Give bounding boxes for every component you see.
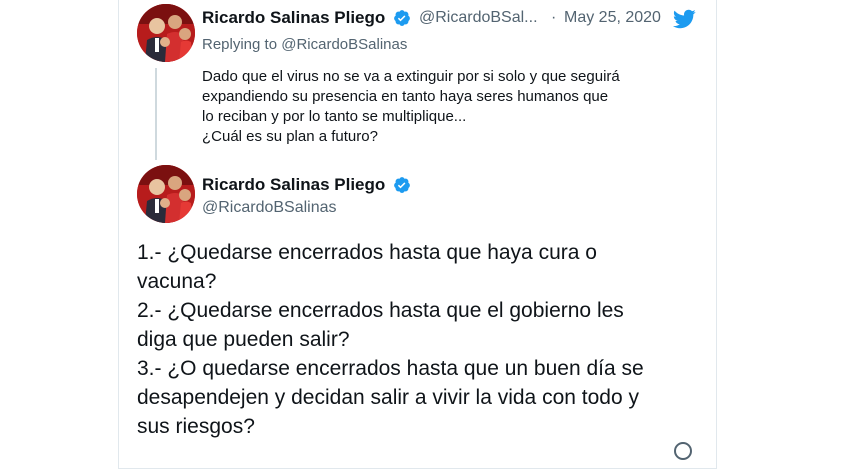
tweet-text-line: vacuna? <box>137 270 217 293</box>
main-tweet-text: 1.- ¿Quedarse encerrados hasta que haya … <box>137 238 644 441</box>
tweet-text-line: 2.- ¿Quedarse encerrados hasta que el go… <box>137 299 624 322</box>
author-handle[interactable]: @RicardoBSalinas <box>202 199 337 217</box>
verified-badge-icon <box>394 177 410 193</box>
replying-prefix: Replying to <box>202 36 278 53</box>
twitter-bird-icon[interactable] <box>670 7 698 31</box>
author-name[interactable]: Ricardo Salinas Pliego <box>202 175 385 195</box>
replying-to: Replying to @RicardoBSalinas <box>202 36 407 53</box>
avatar[interactable] <box>137 165 195 223</box>
tweet-text-line: Dado que el virus no se va a extinguir p… <box>202 68 620 85</box>
thread-connector-line <box>155 68 157 160</box>
tweet-text-line: desapendejen y decidan salir a vivir la … <box>137 386 639 409</box>
info-icon[interactable] <box>674 442 692 460</box>
tweet-text-line: sus riesgos? <box>137 415 255 438</box>
tweet-text-line: 1.- ¿Quedarse encerrados hasta que haya … <box>137 241 597 264</box>
replying-handle-link[interactable]: @RicardoBSalinas <box>281 36 407 53</box>
verified-badge-icon <box>394 10 410 26</box>
tweet-text-line: ¿Cuál es su plan a futuro? <box>202 128 378 145</box>
tweet-text-line: diga que pueden salir? <box>137 328 350 351</box>
tweet-date[interactable]: May 25, 2020 <box>564 9 661 27</box>
reply-tweet-text: Dado que el virus no se va a extinguir p… <box>202 67 620 147</box>
separator-dot: · <box>551 9 557 26</box>
author-name[interactable]: Ricardo Salinas Pliego <box>202 8 385 28</box>
author-handle[interactable]: @RicardoBSal... <box>419 9 538 27</box>
tweet-text-line: expandiendo su presencia en tanto haya s… <box>202 88 609 105</box>
tweet-text-line: lo reciban y por lo tanto se multiplique… <box>202 108 467 125</box>
avatar[interactable] <box>137 4 195 62</box>
tweet-text-line: 3.- ¿O quedarse encerrados hasta que un … <box>137 357 644 380</box>
